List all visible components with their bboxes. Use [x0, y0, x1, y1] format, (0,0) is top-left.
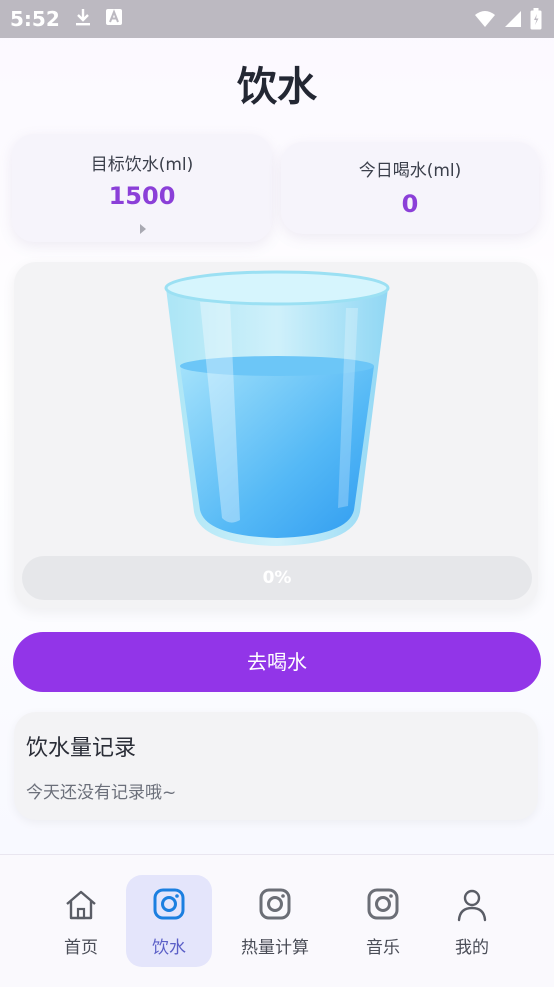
page-title: 饮水	[237, 64, 317, 110]
progress-percent: 0%	[262, 568, 292, 588]
camera-icon	[366, 887, 400, 925]
nav-item-music[interactable]: 音乐	[340, 875, 426, 967]
nav-label-music: 音乐	[366, 938, 400, 958]
signal-icon	[504, 10, 522, 32]
status-bar: 5:52	[0, 0, 554, 38]
home-icon	[63, 887, 99, 927]
camera-icon	[258, 887, 292, 925]
nav-label-drink: 饮水	[152, 938, 186, 958]
wifi-icon	[474, 10, 496, 32]
nav-item-profile[interactable]: 我的	[429, 875, 515, 967]
notification-a-icon	[105, 9, 122, 29]
nav-item-home[interactable]: 首页	[38, 875, 124, 967]
nav-label-profile: 我的	[455, 938, 489, 958]
nav-item-drink[interactable]: 饮水	[126, 875, 212, 967]
drink-records-card: 饮水量记录 今天还没有记录哦~	[14, 712, 538, 820]
status-time: 5:52	[10, 7, 60, 31]
records-title: 饮水量记录	[26, 736, 137, 761]
nav-item-calorie[interactable]: 热量计算	[232, 875, 318, 967]
water-glass-illustration	[160, 268, 394, 558]
camera-icon	[152, 887, 186, 925]
download-icon	[74, 7, 92, 31]
today-label: 今日喝水(ml)	[358, 161, 462, 181]
nav-label-home: 首页	[64, 938, 98, 958]
drink-progress-bar: 0%	[22, 556, 532, 600]
person-icon	[454, 887, 490, 927]
today-value: 0	[401, 190, 419, 218]
target-label: 目标饮水(ml)	[90, 155, 194, 175]
target-card[interactable]: 目标饮水(ml) 1500	[12, 134, 272, 242]
go-drink-button[interactable]: 去喝水	[13, 632, 541, 692]
battery-icon	[530, 8, 542, 34]
target-value: 1500	[108, 182, 176, 210]
nav-label-calorie: 热量计算	[241, 938, 309, 958]
records-empty-text: 今天还没有记录哦~	[26, 783, 177, 803]
bottom-nav: 首页 饮水 热量计算 音乐 我的	[0, 854, 554, 987]
caret-right-icon	[139, 219, 147, 238]
today-card: 今日喝水(ml) 0	[281, 142, 539, 234]
